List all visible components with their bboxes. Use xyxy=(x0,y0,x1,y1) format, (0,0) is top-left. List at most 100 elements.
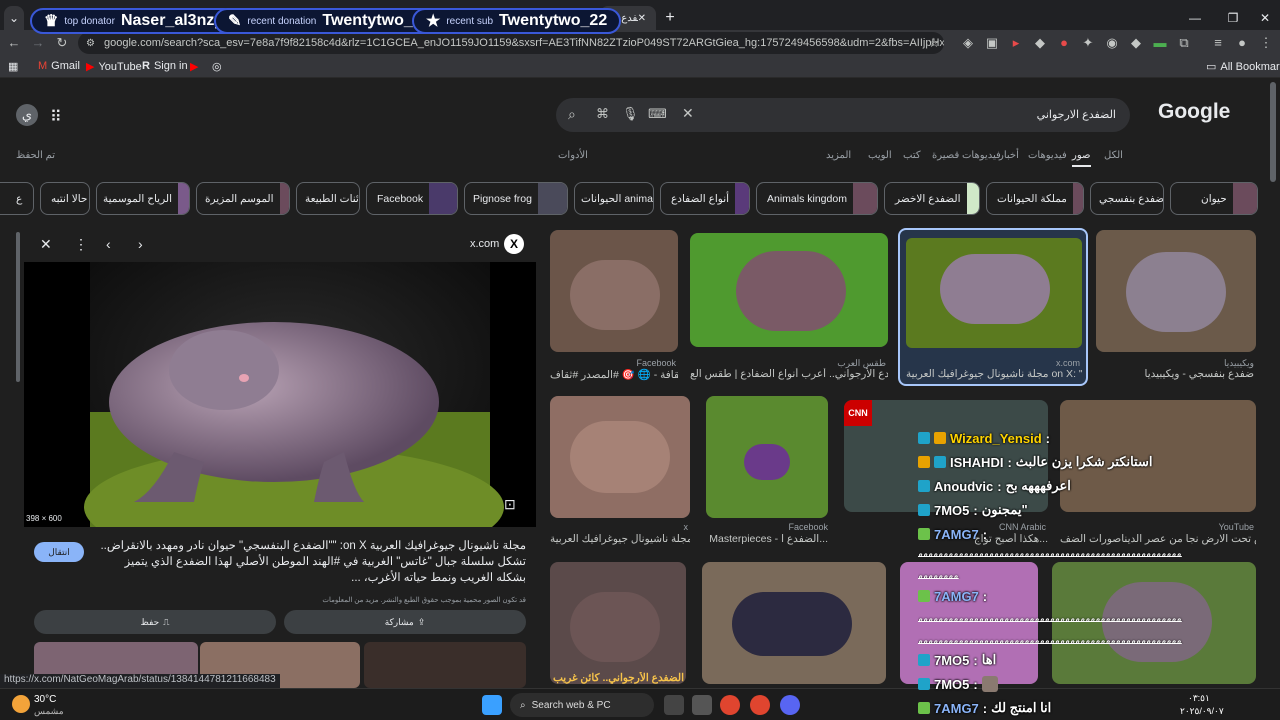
chip[interactable]: الحيوانات animals xyxy=(574,182,654,215)
globe-icon[interactable]: ◎ xyxy=(212,60,222,73)
bookmark-star-icon[interactable]: ☆ xyxy=(926,35,942,51)
lens-search-icon[interactable]: ⊡ xyxy=(504,496,516,513)
maximize-button[interactable]: ❐ xyxy=(1218,6,1248,30)
lens-icon[interactable]: ⌘ xyxy=(596,106,609,122)
bookmark-youtube[interactable]: ▶ YouTube xyxy=(86,60,142,74)
minimize-button[interactable]: — xyxy=(1180,6,1210,30)
chip[interactable]: حالا انتبه xyxy=(40,182,90,215)
result-thumbnail[interactable] xyxy=(550,230,678,352)
chrome-icon[interactable] xyxy=(750,695,770,715)
previous-icon[interactable]: ‹ xyxy=(106,236,111,252)
chip[interactable]: الموسم المزيرة xyxy=(196,182,290,215)
discord-icon[interactable] xyxy=(780,695,800,715)
extension-icon[interactable]: ▣ xyxy=(984,35,1000,51)
search-icon[interactable]: ⌕ xyxy=(568,106,576,123)
tab-short-videos[interactable]: فيديوهات قصيرة xyxy=(932,150,1001,161)
profile-avatar-icon[interactable]: ● xyxy=(1234,35,1250,51)
result-thumbnail[interactable] xyxy=(702,562,886,684)
window-close-button[interactable]: ✕ xyxy=(1250,6,1280,30)
visit-button[interactable]: انتقال xyxy=(34,542,84,562)
chip[interactable]: مملكة الحيوانات xyxy=(986,182,1084,215)
chip[interactable]: Facebook xyxy=(366,182,458,215)
result-title[interactable]: Masterpieces - الضفدع ا... xyxy=(706,533,828,545)
extension-icon[interactable]: ◆ xyxy=(1128,35,1144,51)
result-title[interactable]: ضفدع بنفسجي - ويكيبيديا xyxy=(1096,368,1254,380)
result-thumbnail[interactable] xyxy=(550,562,686,684)
preview-title[interactable]: مجلة ناشيونال جيوغرافيك العربية on X: ""… xyxy=(94,538,526,586)
result-thumbnail[interactable] xyxy=(1096,230,1256,352)
result-title[interactable]: الضفدع الأرجواني.. كائن غريب xyxy=(552,672,684,684)
tab-videos[interactable]: فيديوهات xyxy=(1028,150,1067,161)
chrome-icon[interactable] xyxy=(720,695,740,715)
chip[interactable]: أنواع الضفادع xyxy=(660,182,750,215)
taskbar-search[interactable]: ⌕ Search web & PC xyxy=(510,693,654,717)
back-arrow-icon[interactable]: ← xyxy=(6,35,22,51)
chip[interactable]: الضفدع الاخضر xyxy=(884,182,980,215)
chip[interactable]: Animals kingdom xyxy=(756,182,878,215)
task-view-icon[interactable] xyxy=(664,695,684,715)
bookmark-sign-in[interactable]: R Sign in xyxy=(142,60,188,72)
bookmark-gmail[interactable]: M Gmail xyxy=(38,60,80,72)
save-button[interactable]: حفظ ⎍ xyxy=(34,610,276,634)
chip[interactable]: ع xyxy=(0,182,34,215)
result-title[interactable]: يعيش تحت الارض نجا من عصر الديناصورات ال… xyxy=(1060,533,1256,545)
reload-icon[interactable]: ↻ xyxy=(54,35,70,51)
menu-kebab-icon[interactable]: ⋮ xyxy=(1258,35,1274,51)
copyright-note[interactable]: قد تكون الصور محمية بموجب حقوق الطبع وال… xyxy=(214,596,526,604)
close-icon[interactable]: ✕ xyxy=(40,236,52,253)
weather-sun-icon[interactable] xyxy=(12,695,30,713)
tools-button[interactable]: الأدوات xyxy=(558,150,588,161)
share-button[interactable]: مشاركة ⇪ xyxy=(284,610,526,634)
chip[interactable]: Pignose frog xyxy=(464,182,568,215)
chip[interactable]: حيوان xyxy=(1170,182,1258,215)
chip[interactable]: الرياح الموسمية xyxy=(96,182,190,215)
preview-image[interactable] xyxy=(24,262,536,527)
chip[interactable]: كائنات الطبيعة xyxy=(296,182,360,215)
result-thumbnail[interactable] xyxy=(550,396,690,518)
search-box[interactable]: ⌕ ⌘ 🎙 ⌨ ✕ الضفدع الارجواني xyxy=(556,98,1130,132)
close-icon[interactable]: ✕ xyxy=(638,13,646,24)
google-apps-icon[interactable]: ⠿ xyxy=(50,107,62,127)
result-title[interactable]: الضفدع الأرجواني.. أعرب أنواع الضفادع | … xyxy=(690,368,888,380)
result-thumbnail[interactable] xyxy=(690,233,888,347)
result-title[interactable]: مجلة ناشيونال جيوغرافيك العربية on X: ""… xyxy=(906,368,1082,380)
keyboard-icon[interactable]: ⌨ xyxy=(648,106,667,122)
weather-temperature[interactable]: 30°C xyxy=(34,694,56,705)
new-tab-button[interactable]: + xyxy=(660,6,680,30)
extension-icon[interactable]: ◈ xyxy=(960,35,976,51)
result-thumbnail[interactable] xyxy=(706,396,828,518)
tab-search-button[interactable]: ⌄ xyxy=(4,6,24,30)
tab-books[interactable]: كتب xyxy=(903,150,921,161)
saved-button[interactable]: تم الحفظ xyxy=(16,150,55,161)
chip[interactable]: ضفدع بنفسجي xyxy=(1090,182,1164,215)
tab-all[interactable]: الكل xyxy=(1104,150,1123,161)
clock-time[interactable]: ٠٣:٥١ xyxy=(1188,693,1210,704)
clear-icon[interactable]: ✕ xyxy=(682,105,694,122)
all-bookmarks[interactable]: ▭ All Bookmarks xyxy=(1206,60,1280,74)
tab-more[interactable]: المزيد xyxy=(826,150,851,161)
mic-icon[interactable]: 🎙 xyxy=(622,106,639,122)
extension-icon[interactable]: ◆ xyxy=(1032,35,1048,51)
tab-web[interactable]: الويب xyxy=(868,150,892,161)
tab-images[interactable]: صور xyxy=(1072,150,1091,167)
tab-search-icon[interactable]: ≡ xyxy=(1210,35,1226,51)
extension-icon[interactable]: ▸ xyxy=(1008,35,1024,51)
related-thumbnail[interactable] xyxy=(364,642,526,688)
preview-source[interactable]: x.com xyxy=(470,238,499,250)
next-icon[interactable]: › xyxy=(138,236,143,252)
extension-icon[interactable]: ● xyxy=(1056,35,1072,51)
result-title[interactable]: مجلة ناشيونال جيوغرافيك العربية xyxy=(550,533,690,545)
google-logo[interactable]: Google xyxy=(1158,100,1230,124)
puzzle-icon[interactable]: ⧉ xyxy=(1176,35,1192,51)
apps-grid-icon[interactable]: ▦ xyxy=(8,60,18,73)
more-options-icon[interactable]: ⋮ xyxy=(74,236,88,253)
youtube-icon[interactable]: ▶ xyxy=(190,60,198,73)
site-info-icon[interactable]: ⚙ xyxy=(86,38,95,49)
extension-icon[interactable]: ▬ xyxy=(1152,35,1168,51)
start-windows-icon[interactable] xyxy=(482,695,502,715)
tab-news[interactable]: أخبار xyxy=(999,150,1019,161)
scrollbar[interactable] xyxy=(16,232,20,382)
extension-icon[interactable]: ◉ xyxy=(1104,35,1120,51)
result-thumbnail[interactable] xyxy=(1052,562,1256,684)
extension-icon[interactable]: ✦ xyxy=(1080,35,1096,51)
